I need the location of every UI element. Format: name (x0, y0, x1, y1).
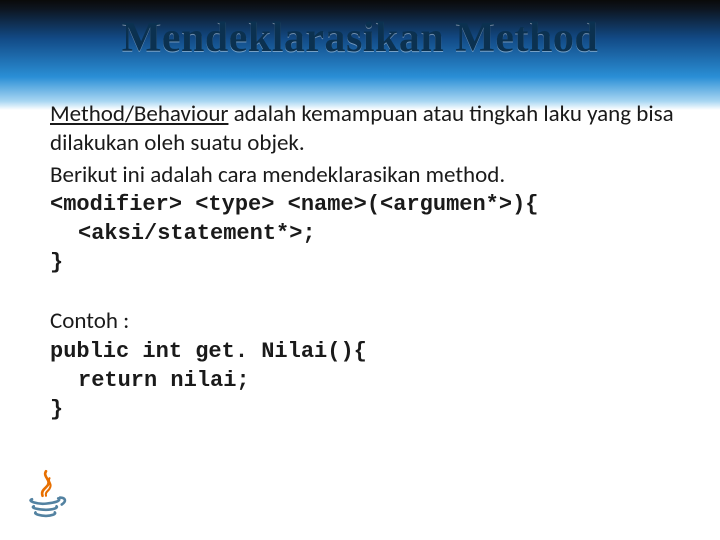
paragraph-intro: Berikut ini adalah cara mendeklarasikan … (50, 161, 680, 190)
syntax-line-3: } (50, 248, 680, 277)
example-line-2: return nilai; (50, 366, 680, 395)
syntax-line-2: <aksi/statement*>; (50, 219, 680, 248)
syntax-line-1: <modifier> <type> <name>(<argumen*>){ (50, 190, 680, 219)
java-logo-icon (18, 466, 74, 522)
paragraph-definition: Method/Behaviour adalah kemampuan atau t… (50, 100, 680, 159)
example-line-1: public int get. Nilai(){ (50, 337, 680, 366)
slide-body: Method/Behaviour adalah kemampuan atau t… (50, 100, 680, 424)
example-label: Contoh : (50, 307, 680, 336)
example-line-3: } (50, 395, 680, 424)
term-method-behaviour: Method/Behaviour (50, 100, 228, 128)
slide-title: Mendeklarasikan Method (0, 14, 720, 62)
